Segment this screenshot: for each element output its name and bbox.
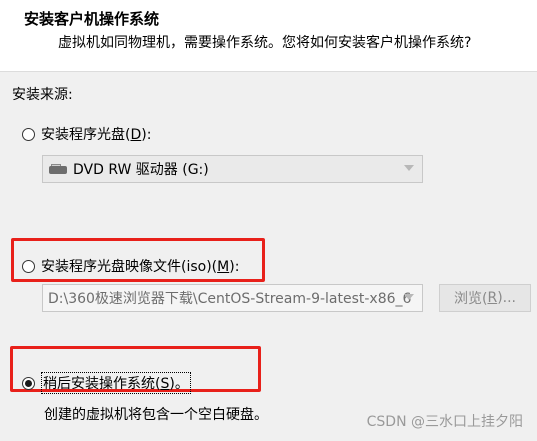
later-option-info: 创建的虚拟机将包含一个空白硬盘。 <box>44 407 268 423</box>
dvd-drive-icon <box>49 164 67 174</box>
later-option-label: 稍后安装操作系统(S)。 <box>41 372 191 394</box>
disc-option-radio[interactable]: 安装程序光盘(D): <box>22 124 151 144</box>
disc-drive-select[interactable]: DVD RW 驱动器 (G:) <box>42 155 423 183</box>
iso-option-radio[interactable]: 安装程序光盘映像文件(iso)(M): <box>22 256 239 276</box>
radio-circle[interactable] <box>22 127 35 141</box>
wizard-header: 安装客户机操作系统 虚拟机如同物理机，需要操作系统。您将如何安装客户机操作系统? <box>0 0 537 72</box>
chevron-down-icon <box>404 165 414 171</box>
watermark: CSDN @三水口上挂夕阳 <box>366 414 523 430</box>
chevron-down-icon <box>404 294 414 300</box>
disc-option-label: 安装程序光盘(D): <box>41 127 152 143</box>
iso-path-combo[interactable]: D:\360极速浏览器下载\CentOS-Stream-9-latest-x86… <box>42 284 423 312</box>
later-option-radio[interactable]: 稍后安装操作系统(S)。 <box>22 372 191 394</box>
iso-path-value: D:\360极速浏览器下载\CentOS-Stream-9-latest-x86… <box>48 291 412 307</box>
browse-button[interactable]: 浏览(R)... <box>439 284 531 312</box>
disc-drive-value: DVD RW 驱动器 (G:) <box>73 162 209 178</box>
iso-option-label: 安装程序光盘映像文件(iso)(M): <box>41 259 240 275</box>
install-source-label: 安装来源: <box>12 87 73 103</box>
page-subtitle: 虚拟机如同物理机，需要操作系统。您将如何安装客户机操作系统? <box>58 35 472 51</box>
radio-circle-selected[interactable] <box>22 376 35 390</box>
radio-circle[interactable] <box>22 259 35 273</box>
page-title: 安装客户机操作系统 <box>24 10 160 28</box>
